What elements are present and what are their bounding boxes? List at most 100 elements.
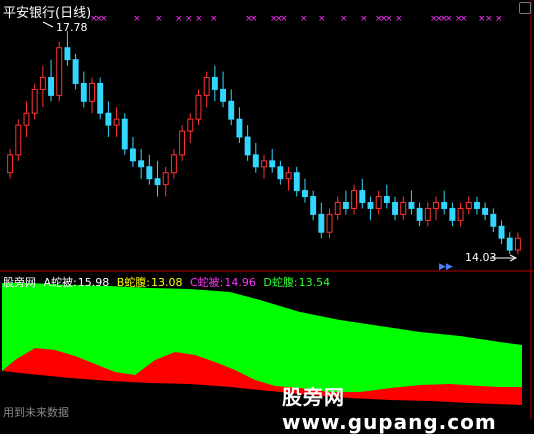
signal-cross-mark: ×: [340, 14, 348, 24]
candle-body: [334, 201, 341, 215]
signal-cross-mark: ×: [210, 14, 218, 24]
candle-body: [424, 207, 431, 221]
candle-body: [48, 77, 55, 96]
candle-body: [129, 148, 136, 162]
candle-body: [506, 237, 513, 251]
candle-body: [97, 82, 104, 114]
candle-body: [220, 88, 227, 102]
candle-body: [457, 207, 464, 221]
candle-body: [203, 77, 210, 96]
indicator-b-label: B蛇腹:: [116, 276, 150, 289]
candle-body: [441, 201, 448, 209]
indicator-d-value: 13.54: [298, 276, 331, 289]
candle-body: [482, 207, 489, 215]
candle-body: [408, 201, 415, 209]
candle-body: [39, 77, 46, 90]
signal-cross-mark: ×: [155, 14, 163, 24]
candle-body: [252, 154, 259, 168]
signal-cross-mark: ×: [133, 14, 141, 24]
signal-cross-mark: ×: [185, 14, 193, 24]
price-pane: [0, 0, 534, 270]
candle-body: [244, 136, 251, 156]
chart-title: 平安银行(日线): [3, 6, 92, 21]
candle-body: [80, 82, 87, 102]
candle-body: [162, 172, 169, 186]
signal-cross-mark: ×: [250, 14, 258, 24]
candle-body: [449, 207, 456, 221]
candle-body: [56, 47, 63, 96]
indicator-legend: 股旁网 A蛇被:15.98 B蛇腹:13.08 C蛇被:14.96 D蛇腹:13…: [3, 274, 334, 290]
candle-body: [146, 166, 153, 180]
candle-body: [179, 130, 186, 156]
signal-cross-mark: ×: [395, 14, 403, 24]
low-price-label: 14.03: [465, 251, 497, 264]
candle-body: [138, 160, 145, 168]
stock-chart[interactable]: ××× × × × × × × ×× ××× × × × × ××× × ×××× ×× × × × 17.78 14…: [0, 0, 534, 419]
candle-body: [326, 213, 333, 233]
candle-body: [15, 124, 22, 156]
candle-body: [170, 154, 177, 174]
window-control-icon[interactable]: [519, 2, 531, 14]
candle-body: [351, 190, 358, 209]
candle-body: [498, 225, 505, 239]
candle-body: [514, 237, 521, 251]
candle-body: [187, 118, 194, 132]
indicator-d-label: D蛇腹:: [263, 276, 298, 289]
indicator-name: 股旁网: [3, 276, 36, 289]
candle-body: [416, 207, 423, 221]
signal-cross-mark: ×: [460, 14, 468, 24]
candle-body: [375, 196, 382, 209]
candle-body: [367, 201, 374, 209]
candle-body: [359, 190, 366, 203]
indicator-a-label: A蛇被:: [43, 276, 77, 289]
candle-body: [318, 213, 325, 233]
candle-body: [7, 154, 14, 174]
candle-body: [277, 166, 284, 180]
candle-body: [211, 77, 218, 90]
candle-body: [285, 172, 292, 180]
candle-body: [195, 94, 202, 120]
indicator-c-label: C蛇被:: [190, 276, 224, 289]
indicator-b-value: 13.08: [151, 276, 183, 289]
candle-body: [261, 160, 267, 168]
candle-body: [490, 213, 497, 227]
indicator-a-value: 15.98: [77, 276, 110, 289]
candle-body: [301, 190, 308, 198]
candle-body: [154, 178, 161, 186]
signal-cross-mark: ×: [195, 14, 203, 24]
signal-cross-mark: ×: [360, 14, 368, 24]
signal-cross-mark: ×: [445, 14, 453, 24]
signal-cross-mark: ×: [100, 14, 108, 24]
candle-body: [342, 201, 349, 209]
marker-arrows-icon: ▶▶: [439, 262, 453, 272]
footer-note: 用到未来数据: [3, 406, 69, 419]
candle-body: [465, 201, 472, 209]
signal-cross-mark: ×: [318, 14, 326, 24]
high-price-label: 17.78: [56, 21, 88, 34]
signal-cross-mark: ×: [175, 14, 183, 24]
candle-body: [392, 201, 399, 215]
candle-body: [236, 118, 243, 138]
watermark: 股旁网 www.gupang.com: [282, 385, 497, 434]
candle-body: [228, 100, 235, 120]
candle-body: [89, 82, 95, 102]
signal-cross-mark: ×: [280, 14, 288, 24]
candle-body: [113, 118, 120, 126]
indicator-c-value: 14.96: [224, 276, 256, 289]
candle-body: [310, 196, 317, 215]
candle-body: [269, 160, 276, 168]
candle-body: [473, 201, 480, 209]
candle-body: [433, 201, 439, 209]
signal-cross-mark: ×: [385, 14, 393, 24]
candle-body: [293, 172, 300, 192]
candle-body: [31, 88, 38, 114]
candle-body: [383, 196, 390, 203]
candle-body: [121, 118, 128, 150]
candle-body: [64, 47, 71, 61]
signal-cross-mark: ×: [495, 14, 503, 24]
candle-body: [72, 59, 79, 84]
signal-cross-mark: ×: [485, 14, 493, 24]
candle-body: [105, 112, 112, 126]
candle-body: [400, 201, 407, 215]
signal-cross-mark: ×: [300, 14, 308, 24]
